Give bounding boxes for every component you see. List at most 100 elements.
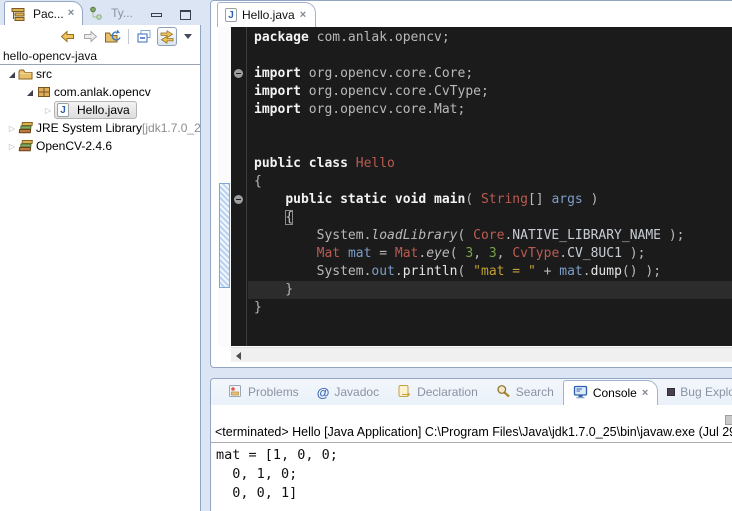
javadoc-icon: @ <box>317 385 330 400</box>
horizontal-scrollbar[interactable] <box>231 347 732 362</box>
console-toolbar-button[interactable] <box>725 415 732 425</box>
code-line[interactable]: } <box>248 281 732 299</box>
code-line[interactable]: } <box>248 299 732 317</box>
code-line[interactable]: import org.opencv.core.Core; <box>248 65 732 83</box>
link-with-editor-icon <box>158 29 176 45</box>
code-line[interactable]: public static void main( String[] args ) <box>248 191 732 209</box>
minimize-button[interactable] <box>146 5 166 24</box>
console-output[interactable]: mat = [1, 0, 0; 0, 1, 0; 0, 0, 1] <box>211 443 732 503</box>
forward-arrow-icon <box>82 29 99 44</box>
editor-panel: J Hello.java × package com.anlak.opencv;… <box>210 0 732 368</box>
code-line[interactable]: System.loadLibrary( Core.NATIVE_LIBRARY_… <box>248 227 732 245</box>
tree-item-jre-library[interactable]: ▷ JRE System Library [jdk1.7.0_25] <box>0 119 200 137</box>
editor-tab-hello-java[interactable]: J Hello.java × <box>217 2 316 27</box>
go-up-button[interactable] <box>103 27 123 46</box>
declaration-icon <box>397 384 412 401</box>
editor-tab-label: Hello.java <box>242 8 295 22</box>
code-line[interactable]: package com.anlak.opencv; <box>248 29 732 47</box>
code-line[interactable]: import org.opencv.core.CvType; <box>248 83 732 101</box>
tab-label: Declaration <box>417 385 478 399</box>
java-file-icon: J <box>57 103 75 117</box>
fold-margin[interactable] <box>231 27 247 346</box>
code-line[interactable] <box>248 47 732 65</box>
bug-explorer-icon <box>667 388 675 396</box>
eclipse-workbench: { "package_explorer": { "tab_package": "… <box>0 0 732 511</box>
tab-declaration[interactable]: Declaration <box>388 379 487 405</box>
toolbar-separator <box>128 29 129 44</box>
tree-item-src[interactable]: ◢ src <box>0 65 200 83</box>
back-arrow-icon <box>59 29 76 44</box>
package-explorer-tree: hello-opencv-java ◢ src ◢ com.anlak.open… <box>0 48 200 155</box>
collapse-all-button[interactable] <box>134 27 154 46</box>
code-lines[interactable]: package com.anlak.opencv; import org.ope… <box>248 27 732 346</box>
code-line[interactable]: Mat mat = Mat.eye( 3, 3, CvType.CV_8UC1 … <box>248 245 732 263</box>
expanded-arrow-icon[interactable]: ◢ <box>6 70 18 79</box>
collapsed-arrow-icon[interactable]: ▷ <box>6 124 18 133</box>
console-output-line: 0, 0, 1] <box>216 484 732 503</box>
method-range-indicator <box>219 183 230 288</box>
back-button[interactable] <box>57 27 77 46</box>
link-with-editor-button[interactable] <box>157 27 177 46</box>
tree-item-label: com.anlak.opencv <box>54 85 151 99</box>
console-status-line: <terminated> Hello [Java Application] C:… <box>211 423 732 443</box>
code-line[interactable]: import org.opencv.core.Mat; <box>248 101 732 119</box>
package-explorer-toolbar <box>0 25 200 48</box>
package-explorer-body: hello-opencv-java ◢ src ◢ com.anlak.open… <box>0 25 201 511</box>
code-editor: package com.anlak.opencv; import org.ope… <box>218 27 732 346</box>
console-icon <box>573 385 588 402</box>
tab-type-hierarchy[interactable]: Ty... <box>83 1 141 25</box>
fold-collapse-icon[interactable] <box>234 195 243 204</box>
tree-item-hello-java[interactable]: ▷ J Hello.java <box>0 101 200 119</box>
tab-label: Bug Explorer <box>680 385 732 399</box>
code-line[interactable] <box>248 119 732 137</box>
tab-package-explorer[interactable]: Pac... × <box>4 1 83 25</box>
tab-label: Search <box>516 385 554 399</box>
view-menu-button[interactable] <box>184 34 192 39</box>
tab-problems[interactable]: Problems <box>219 379 308 405</box>
fold-collapse-icon[interactable] <box>234 69 243 78</box>
code-line[interactable]: { <box>248 209 732 227</box>
code-line[interactable]: System.out.println( "mat = " + mat.dump(… <box>248 263 732 281</box>
collapsed-arrow-icon[interactable]: ▷ <box>6 142 18 151</box>
java-file-icon: J <box>225 8 237 22</box>
code-line[interactable]: public class Hello <box>248 155 732 173</box>
project-root-label: hello-opencv-java <box>3 49 97 63</box>
package-explorer-panel: Pac... × Ty... <box>0 0 201 511</box>
console-tab-bar: Problems @ Javadoc Declaration Search Co… <box>211 379 732 405</box>
forward-button[interactable] <box>80 27 100 46</box>
tab-bug-explorer[interactable]: Bug Explorer <box>658 379 732 405</box>
jre-version-decoration: [jdk1.7.0_25] <box>142 121 200 135</box>
close-icon[interactable]: × <box>300 10 306 21</box>
maximize-button[interactable] <box>175 5 195 24</box>
source-folder-icon <box>18 67 36 81</box>
scroll-left-arrow-icon[interactable] <box>231 348 246 363</box>
search-icon <box>496 384 511 401</box>
code-line[interactable]: { <box>248 173 732 191</box>
tab-label: Problems <box>248 385 299 399</box>
tab-label: Javadoc <box>334 385 379 399</box>
editor-tab-bar: J Hello.java × <box>211 1 732 27</box>
collapsed-arrow-icon[interactable]: ▷ <box>42 106 54 115</box>
project-root-row[interactable]: hello-opencv-java <box>0 48 200 65</box>
tree-item-label: OpenCV-2.4.6 <box>36 139 112 153</box>
package-explorer-icon <box>11 7 29 21</box>
code-line[interactable] <box>248 137 732 155</box>
tab-label: Console <box>593 386 637 400</box>
console-panel: Problems @ Javadoc Declaration Search Co… <box>210 378 732 511</box>
close-icon[interactable]: × <box>68 8 74 19</box>
library-icon <box>18 139 36 153</box>
collapse-all-icon <box>136 29 152 44</box>
tab-search[interactable]: Search <box>487 379 563 405</box>
problems-icon <box>228 384 243 401</box>
tab-console[interactable]: Console × <box>563 380 658 405</box>
tree-item-package[interactable]: ◢ com.anlak.opencv <box>0 83 200 101</box>
tree-item-opencv-library[interactable]: ▷ OpenCV-2.4.6 <box>0 137 200 155</box>
expanded-arrow-icon[interactable]: ◢ <box>24 88 36 97</box>
tree-item-label: src <box>36 67 52 81</box>
selected-item-highlight[interactable]: J Hello.java <box>54 101 137 119</box>
annotation-ruler[interactable] <box>218 27 231 346</box>
tab-javadoc[interactable]: @ Javadoc <box>308 379 388 405</box>
code-area[interactable]: package com.anlak.opencv; import org.ope… <box>231 27 732 346</box>
close-icon[interactable]: × <box>642 388 648 399</box>
tree-item-label: Hello.java <box>77 103 130 117</box>
